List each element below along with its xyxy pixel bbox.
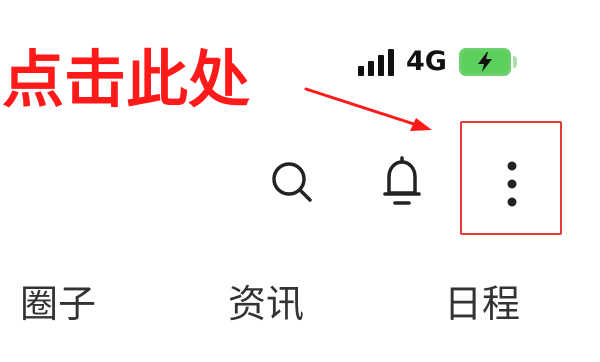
battery-charging-icon	[458, 48, 517, 76]
status-bar: 4G	[358, 42, 517, 82]
search-icon	[272, 162, 312, 202]
network-type: 4G	[406, 46, 447, 77]
tab-circles[interactable]: 圈子	[20, 276, 96, 332]
search-button[interactable]	[262, 152, 322, 212]
tab-news[interactable]: 资讯	[228, 276, 304, 332]
tab-bar: 圈子 资讯 日程	[0, 276, 600, 332]
annotation-highlight-box	[460, 121, 562, 235]
signal-bars-icon	[358, 48, 394, 76]
bell-icon	[383, 156, 421, 205]
tab-schedule[interactable]: 日程	[444, 276, 520, 332]
notification-button[interactable]	[372, 150, 432, 214]
annotation-label: 点击此处	[2, 43, 251, 116]
